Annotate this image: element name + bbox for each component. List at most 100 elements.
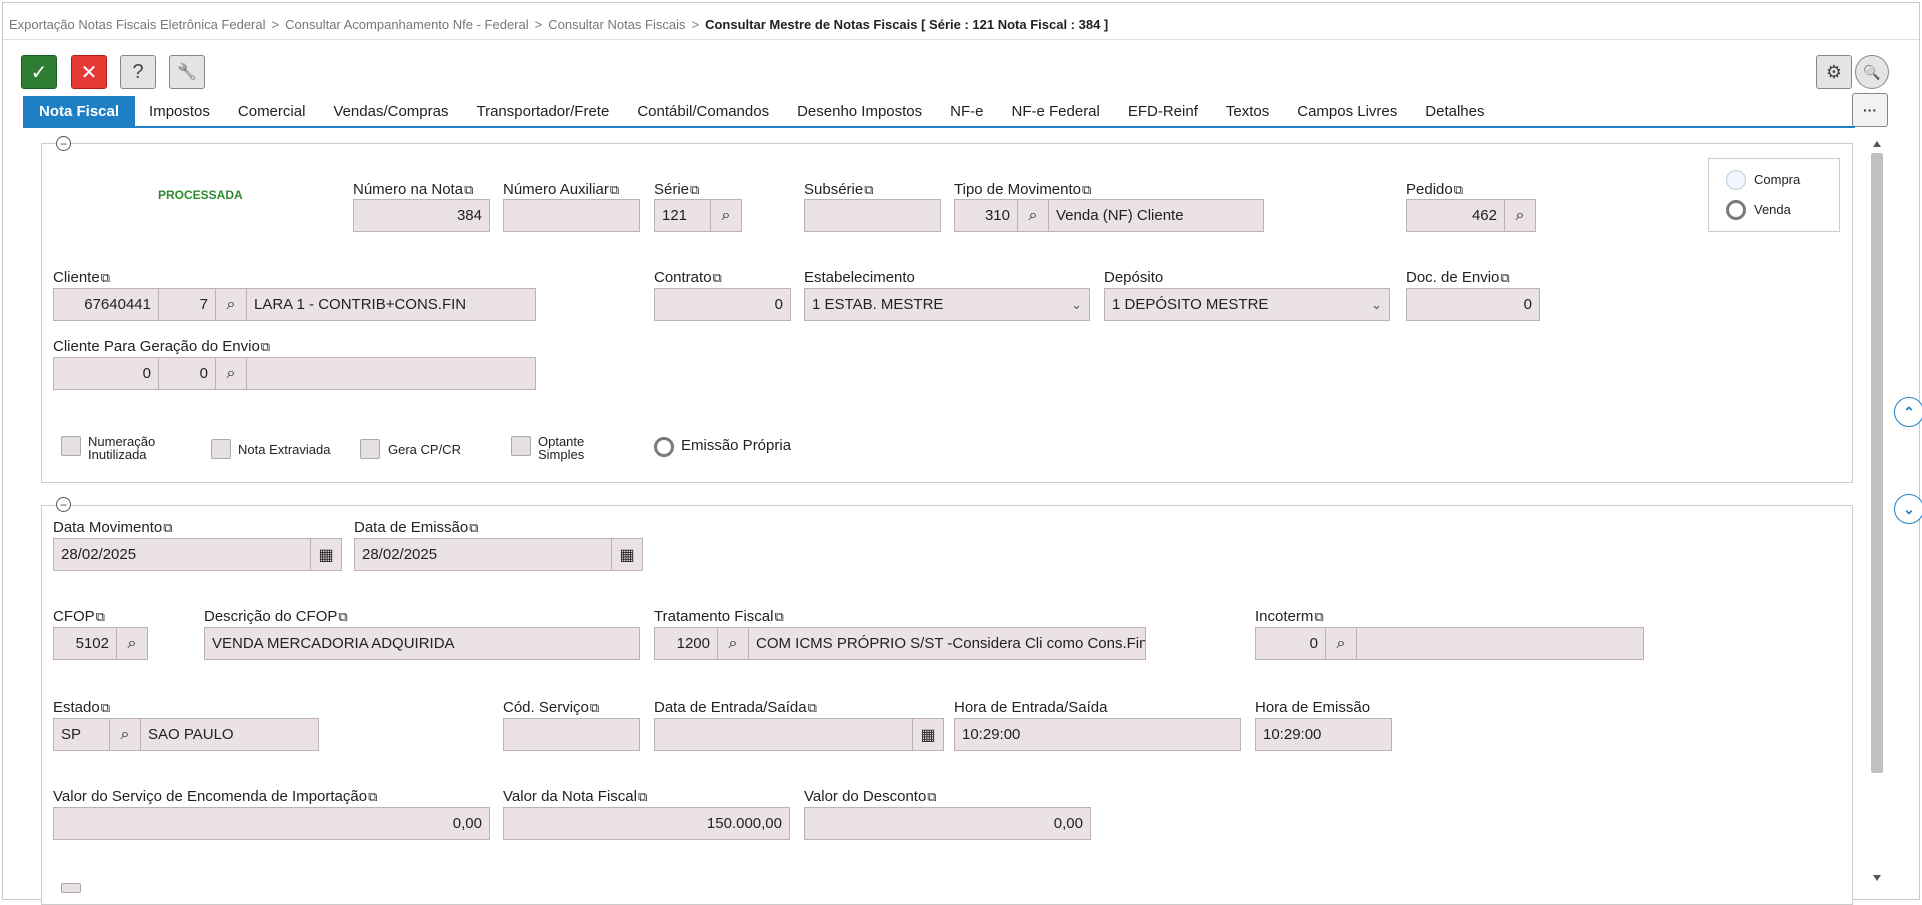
tratamento-fiscal-code-field[interactable]: 1200: [654, 627, 718, 660]
cancel-button[interactable]: ✕: [71, 55, 107, 89]
cliente-code-field[interactable]: 67640441: [53, 288, 159, 321]
gera-cp-cr-checkbox[interactable]: [360, 439, 380, 459]
tab-nfe[interactable]: NF-e: [936, 96, 997, 126]
search-button[interactable]: 🔍: [1855, 55, 1889, 89]
collapse-section-1-button[interactable]: −: [56, 136, 71, 151]
serie-search-button[interactable]: ⌕: [710, 199, 742, 232]
cliente-envio-search-button[interactable]: ⌕: [215, 357, 247, 390]
hora-entrada-saida-field[interactable]: 10:29:00: [954, 718, 1241, 751]
help-button[interactable]: ?: [120, 55, 156, 89]
cliente-envio-code-field[interactable]: 0: [53, 357, 159, 390]
settings-button[interactable]: ⚙: [1816, 55, 1852, 89]
tab-transportador-frete[interactable]: Transportador/Frete: [462, 96, 623, 126]
breadcrumb-item-acompanhamento[interactable]: Consultar Acompanhamento Nfe - Federal: [285, 17, 529, 32]
more-tabs-button[interactable]: ···: [1852, 93, 1888, 127]
scroll-down-arrow[interactable]: [1873, 875, 1881, 881]
numero-nota-field[interactable]: 384: [353, 199, 490, 232]
tab-campos-livres[interactable]: Campos Livres: [1283, 96, 1411, 126]
estado-label: Estado⧉: [53, 699, 110, 716]
contrato-field[interactable]: 0: [654, 288, 791, 321]
cliente-sub-field[interactable]: 7: [158, 288, 216, 321]
copy-icon: ⧉: [690, 182, 700, 197]
tab-detalhes[interactable]: Detalhes: [1411, 96, 1498, 126]
cliente-desc-field[interactable]: LARA 1 - CONTRIB+CONS.FIN: [246, 288, 536, 321]
data-movimento-field[interactable]: 28/02/2025: [53, 538, 311, 571]
estado-desc-field[interactable]: SAO PAULO: [140, 718, 319, 751]
cliente-envio-sub-field[interactable]: 0: [158, 357, 216, 390]
collapse-section-2-button[interactable]: −: [56, 497, 71, 512]
cfop-field[interactable]: 5102: [53, 627, 117, 660]
tab-desenho-impostos[interactable]: Desenho Impostos: [783, 96, 936, 126]
search-icon: ⌕: [120, 725, 130, 743]
cfop-search-button[interactable]: ⌕: [116, 627, 148, 660]
gera-cp-cr-label: Gera CP/CR: [388, 442, 461, 457]
chevron-down-icon: ⌄: [1071, 296, 1082, 312]
numero-auxiliar-field[interactable]: [503, 199, 640, 232]
tab-nfe-federal[interactable]: NF-e Federal: [998, 96, 1114, 126]
tab-nota-fiscal[interactable]: Nota Fiscal: [23, 96, 136, 126]
incoterm-desc-field[interactable]: [1356, 627, 1644, 660]
serie-field[interactable]: 121: [654, 199, 711, 232]
breadcrumb-item-notas[interactable]: Consultar Notas Fiscais: [548, 17, 685, 32]
breadcrumb-item-exportacao[interactable]: Exportação Notas Fiscais Eletrônica Fede…: [9, 17, 266, 32]
data-emissao-field[interactable]: 28/02/2025: [354, 538, 612, 571]
copy-icon: ⧉: [712, 270, 722, 285]
valor-desconto-field[interactable]: 0,00: [804, 807, 1091, 840]
tipo-movimento-code-field[interactable]: 310: [954, 199, 1018, 232]
tipo-movimento-desc-field[interactable]: Venda (NF) Cliente: [1048, 199, 1264, 232]
data-entrada-saida-calendar-button[interactable]: ▦: [912, 718, 944, 751]
descricao-cfop-field[interactable]: VENDA MERCADORIA ADQUIRIDA: [204, 627, 640, 660]
pedido-field[interactable]: 462: [1406, 199, 1505, 232]
tab-bar: Nota Fiscal Impostos Comercial Vendas/Co…: [23, 96, 1498, 126]
nota-extraviada-checkbox[interactable]: [211, 439, 231, 459]
venda-radio[interactable]: [1726, 200, 1746, 220]
valor-desconto-label: Valor do Desconto⧉: [804, 788, 937, 805]
partial-checkbox[interactable]: [61, 883, 81, 893]
tab-vendas-compras[interactable]: Vendas/Compras: [319, 96, 462, 126]
valor-servico-importacao-field[interactable]: 0,00: [53, 807, 490, 840]
estabelecimento-select[interactable]: 1 ESTAB. MESTRE ⌄: [804, 288, 1090, 321]
tab-textos[interactable]: Textos: [1212, 96, 1283, 126]
tratamento-fiscal-search-button[interactable]: ⌕: [717, 627, 749, 660]
data-movimento-calendar-button[interactable]: ▦: [310, 538, 342, 571]
copy-icon: ⧉: [260, 339, 271, 354]
compra-radio[interactable]: [1726, 170, 1746, 190]
deposito-select[interactable]: 1 DEPÓSITO MESTRE ⌄: [1104, 288, 1390, 321]
doc-envio-field[interactable]: 0: [1406, 288, 1540, 321]
scroll-bottom-button[interactable]: ⌄: [1894, 494, 1922, 524]
incoterm-code-field[interactable]: 0: [1255, 627, 1326, 660]
breadcrumb-current: Consultar Mestre de Notas Fiscais [ Séri…: [705, 17, 1109, 32]
data-entrada-saida-field[interactable]: [654, 718, 913, 751]
tipo-movimento-search-button[interactable]: ⌕: [1017, 199, 1049, 232]
tab-contabil-comandos[interactable]: Contábil/Comandos: [623, 96, 783, 126]
optante-simples-checkbox[interactable]: [511, 436, 531, 456]
scrollbar-thumb[interactable]: [1871, 153, 1883, 773]
tab-comercial[interactable]: Comercial: [224, 96, 320, 126]
search-icon: ⌕: [721, 206, 731, 224]
tab-impostos[interactable]: Impostos: [135, 96, 224, 126]
cliente-search-button[interactable]: ⌕: [215, 288, 247, 321]
hora-emissao-field[interactable]: 10:29:00: [1255, 718, 1392, 751]
search-icon: ⌕: [728, 634, 738, 652]
estado-search-button[interactable]: ⌕: [109, 718, 141, 751]
data-emissao-calendar-button[interactable]: ▦: [611, 538, 643, 571]
scroll-up-arrow[interactable]: [1873, 141, 1881, 147]
confirm-button[interactable]: ✓: [21, 55, 57, 89]
emissao-propria-radio[interactable]: [654, 437, 674, 457]
estado-code-field[interactable]: SP: [53, 718, 110, 751]
tratamento-fiscal-desc-field[interactable]: COM ICMS PRÓPRIO S/ST -Considera Cli com…: [748, 627, 1146, 660]
valor-nota-field[interactable]: 150.000,00: [503, 807, 790, 840]
scrollbar[interactable]: [1869, 141, 1885, 887]
subserie-field[interactable]: [804, 199, 941, 232]
tools-button[interactable]: 🔧: [169, 55, 205, 89]
pedido-search-button[interactable]: ⌕: [1504, 199, 1536, 232]
incoterm-search-button[interactable]: ⌕: [1325, 627, 1357, 660]
numero-auxiliar-label: Número Auxiliar⧉: [503, 181, 620, 198]
numeracao-inutilizada-checkbox[interactable]: [61, 436, 81, 456]
cliente-envio-desc-field[interactable]: [246, 357, 536, 390]
descricao-cfop-label: Descrição do CFOP⧉: [204, 608, 348, 625]
search-icon: ⌕: [226, 295, 236, 313]
tab-efd-reinf[interactable]: EFD-Reinf: [1114, 96, 1212, 126]
scroll-top-button[interactable]: ⌃: [1894, 397, 1922, 427]
cod-servico-field[interactable]: [503, 718, 640, 751]
